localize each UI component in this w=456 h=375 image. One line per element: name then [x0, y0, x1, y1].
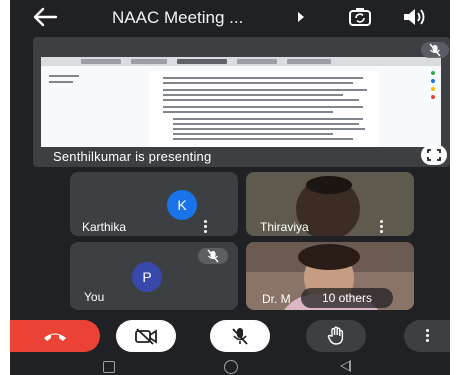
home-icon[interactable]: [224, 360, 238, 374]
nav-back-icon[interactable]: [340, 360, 351, 372]
end-call-button[interactable]: [10, 320, 100, 352]
arrow-back-icon[interactable]: [32, 6, 58, 28]
doc-line: [163, 94, 343, 96]
shared-tab: [177, 59, 227, 64]
participant-tile[interactable]: Dr. M 10 others: [246, 242, 414, 310]
top-bar: NAAC Meeting ...: [10, 0, 450, 34]
mic-off-icon: [198, 248, 228, 264]
participant-name: Dr. M: [262, 292, 291, 306]
shared-document: [149, 71, 379, 147]
participant-name: Thiraviya: [260, 220, 309, 234]
speaker-icon[interactable]: [402, 7, 426, 27]
camera-switch-icon[interactable]: [348, 6, 372, 28]
participant-tile-self[interactable]: P You: [70, 242, 238, 310]
participant-name: You: [84, 290, 105, 304]
doc-line: [163, 111, 333, 113]
raise-hand-icon: [327, 326, 344, 345]
more-vert-icon[interactable]: [380, 220, 383, 235]
camera-toggle-button[interactable]: [116, 320, 176, 352]
shared-screen: [41, 57, 441, 147]
others-count-chip[interactable]: 10 others: [301, 288, 393, 308]
participant-tile[interactable]: Thiraviya: [246, 172, 414, 236]
doc-line: [173, 133, 333, 135]
chevron-right-icon[interactable]: [298, 12, 304, 22]
participant-tile[interactable]: K Karthika: [70, 172, 238, 236]
call-controls: [10, 318, 450, 354]
video-feed-hair: [306, 176, 352, 194]
doc-line: [173, 123, 359, 125]
recent-apps-icon[interactable]: [103, 361, 115, 373]
side-dot: [431, 79, 435, 83]
doc-line: [163, 99, 359, 101]
doc-line: [163, 82, 353, 84]
more-vert-icon: [425, 328, 429, 344]
doc-line: [163, 106, 363, 108]
side-dot: [431, 95, 435, 99]
doc-line: [163, 77, 363, 79]
avatar: P: [132, 262, 162, 292]
call-end-icon: [44, 333, 66, 341]
side-dot: [431, 87, 435, 91]
shared-side-panel: [429, 69, 437, 139]
avatar: K: [167, 190, 197, 220]
camera-off-icon: [135, 328, 157, 345]
doc-line: [173, 118, 363, 120]
shared-sidebar-line: [49, 75, 79, 77]
shared-tab: [287, 59, 331, 64]
mic-off-icon: [232, 328, 248, 345]
meet-call-screen: NAAC Meeting ... Senthilkumar is present…: [10, 0, 450, 375]
more-options-button[interactable]: [404, 320, 450, 352]
mic-toggle-button[interactable]: [210, 320, 270, 352]
mic-off-icon: [421, 42, 449, 58]
system-nav-bar: [10, 356, 450, 375]
meeting-title[interactable]: NAAC Meeting ...: [112, 8, 243, 28]
doc-line: [173, 138, 353, 140]
shared-tab: [131, 59, 167, 64]
shared-sidebar-line: [49, 81, 73, 83]
participant-name: Karthika: [82, 220, 127, 234]
side-dot: [431, 71, 435, 75]
fullscreen-icon[interactable]: [421, 145, 447, 165]
shared-tab: [81, 59, 121, 64]
presenter-label: Senthilkumar is presenting: [53, 149, 212, 164]
shared-browser-bar: [41, 57, 441, 66]
presentation-tile[interactable]: Senthilkumar is presenting: [33, 37, 450, 167]
doc-line: [163, 89, 367, 91]
video-feed-hair: [298, 244, 360, 270]
shared-tab: [237, 59, 277, 64]
raise-hand-button[interactable]: [306, 320, 366, 352]
more-vert-icon[interactable]: [204, 220, 207, 235]
doc-line: [173, 128, 365, 130]
